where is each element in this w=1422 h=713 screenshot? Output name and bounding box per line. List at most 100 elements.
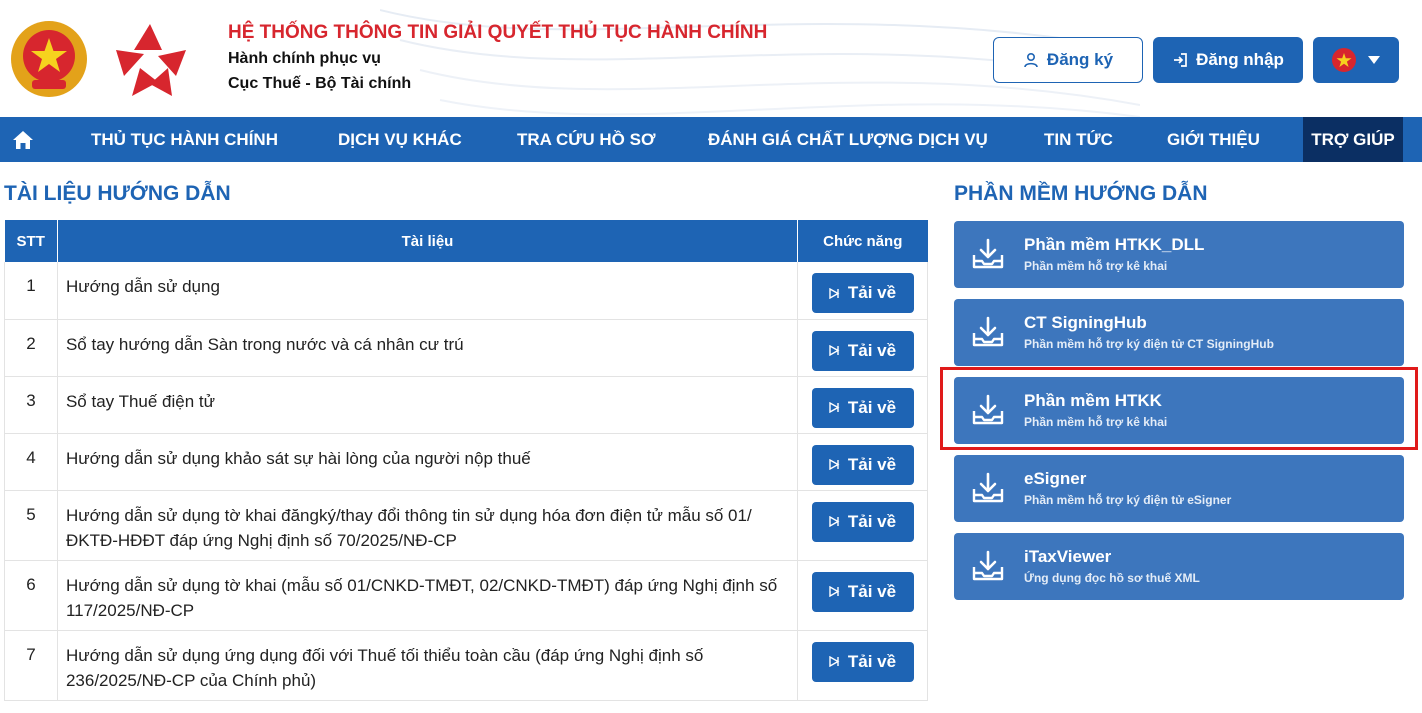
nav-item-danh-gia[interactable]: ĐÁNH GIÁ CHẤT LƯỢNG DỊCH VỤ (708, 117, 988, 162)
row-doc-name: Hướng dẫn sử dụng tờ khai (mẫu số 01/CNK… (57, 560, 799, 631)
nav-item-tro-giup[interactable]: TRỢ GIÚP (1303, 117, 1403, 162)
nav-item-tra-cuu[interactable]: TRA CỨU HỒ SƠ (517, 117, 655, 162)
software-title: eSigner (1024, 469, 1087, 488)
download-button[interactable]: Tải về (811, 387, 914, 428)
row-stt: 5 (4, 490, 58, 561)
site-title: HỆ THỐNG THÔNG TIN GIẢI QUYẾT THỦ TỤC HÀ… (228, 22, 768, 43)
register-button[interactable]: Đăng ký (993, 37, 1143, 83)
home-icon (13, 130, 33, 149)
download-icon (829, 345, 840, 356)
software-desc: Phần mềm hỗ trợ ký điện tử eSigner (1024, 493, 1232, 507)
row-stt: 6 (4, 560, 58, 631)
nav-item-gioi-thieu[interactable]: GIỚI THIỆU (1167, 117, 1260, 162)
table-row: 1 Hướng dẫn sử dụng Tải về (4, 262, 928, 320)
row-stt: 3 (4, 376, 58, 434)
software-card-htkk-dll[interactable]: Phần mềm HTKK_DLL Phần mềm hỗ trợ kê kha… (954, 221, 1404, 288)
download-label: Tải về (847, 581, 897, 601)
download-icon (829, 586, 840, 597)
software-desc: Phần mềm hỗ trợ kê khai (1024, 259, 1168, 273)
download-button[interactable]: Tải về (811, 330, 914, 371)
download-button[interactable]: Tải về (811, 444, 914, 485)
row-doc-name: Sổ tay hướng dẫn Sàn trong nước và cá nh… (57, 319, 799, 377)
row-doc-name: Hướng dẫn sử dụng ứng dụng đối với Thuế … (57, 630, 799, 701)
nav-item-tin-tuc[interactable]: TIN TỨC (1044, 117, 1113, 162)
software-desc: Phần mềm hỗ trợ kê khai (1024, 415, 1168, 429)
software-title: Phần mềm HTKK (1024, 391, 1162, 410)
software-card-htkk[interactable]: Phần mềm HTKK Phần mềm hỗ trợ kê khai (954, 377, 1404, 444)
download-icon (829, 287, 840, 299)
download-button[interactable]: Tải về (811, 571, 914, 612)
software-title: Phần mềm HTKK_DLL (1024, 235, 1205, 254)
national-emblem-icon (11, 21, 87, 97)
download-label: Tải về (847, 340, 897, 360)
table-row: 3 Sổ tay Thuế điện tử Tải về (4, 376, 928, 434)
nav-home[interactable] (0, 117, 46, 162)
login-button[interactable]: Đăng nhập (1153, 37, 1303, 83)
download-label: Tải về (847, 651, 897, 671)
download-button[interactable]: Tải về (811, 501, 914, 542)
user-icon (1024, 52, 1038, 68)
table-row: 7 Hướng dẫn sử dụng ứng dụng đối với Thu… (4, 630, 928, 701)
download-tray-icon (972, 472, 1004, 503)
download-button[interactable]: Tải về (811, 641, 914, 682)
row-action: Tải về (797, 262, 928, 320)
software-card-itaxviewer[interactable]: iTaxViewer Ứng dụng đọc hồ sơ thuế XML (954, 533, 1404, 600)
download-tray-icon (972, 394, 1004, 425)
software-title: iTaxViewer (1024, 547, 1112, 566)
download-icon (829, 459, 840, 470)
software-section-title: PHẦN MỀM HƯỚNG DẪN (954, 182, 1208, 205)
col-tai-lieu: Tài liệu (57, 220, 799, 262)
main-nav: THỦ TỤC HÀNH CHÍNH DỊCH VỤ KHÁC TRA CỨU … (0, 117, 1422, 162)
download-icon (829, 656, 840, 667)
row-action: Tải về (797, 376, 928, 434)
vietnam-flag-icon (1332, 48, 1356, 72)
docs-table-header: STT Tài liệu Chức năng (4, 220, 928, 262)
download-label: Tải về (847, 397, 897, 417)
software-title: CT SigningHub (1024, 313, 1147, 332)
software-card-ct-signinghub[interactable]: CT SigningHub Phần mềm hỗ trợ ký điện tử… (954, 299, 1404, 366)
login-icon (1174, 53, 1187, 67)
table-row: 4 Hướng dẫn sử dụng khảo sát sự hài lòng… (4, 433, 928, 491)
download-label: Tải về (847, 511, 897, 531)
caret-down-icon (1368, 56, 1380, 64)
row-doc-name: Hướng dẫn sử dụng tờ khai đăngký/thay đổ… (57, 490, 799, 561)
download-button[interactable]: Tải về (811, 273, 914, 313)
row-action: Tải về (797, 319, 928, 377)
download-label: Tải về (847, 283, 897, 302)
site-org: Cục Thuế - Bộ Tài chính (228, 75, 412, 92)
software-card-esigner[interactable]: eSigner Phần mềm hỗ trợ ký điện tử eSign… (954, 455, 1404, 522)
register-label: Đăng ký (1046, 50, 1114, 69)
software-desc: Ứng dụng đọc hồ sơ thuế XML (1024, 571, 1200, 585)
nav-item-dich-vu[interactable]: DỊCH VỤ KHÁC (338, 117, 462, 162)
service-logo-icon (116, 24, 186, 96)
table-row: 5 Hướng dẫn sử dụng tờ khai đăngký/thay … (4, 490, 928, 561)
row-doc-name: Sổ tay Thuế điện tử (57, 376, 799, 434)
download-tray-icon (972, 238, 1004, 269)
col-stt: STT (4, 220, 58, 262)
docs-table: STT Tài liệu Chức năng 1 Hướng dẫn sử dụ… (4, 220, 928, 701)
col-chuc-nang: Chức năng (797, 220, 928, 262)
row-stt: 1 (4, 262, 58, 320)
row-stt: 2 (4, 319, 58, 377)
table-row: 2 Sổ tay hướng dẫn Sàn trong nước và cá … (4, 319, 928, 377)
download-tray-icon (972, 316, 1004, 347)
software-desc: Phần mềm hỗ trợ ký điện tử CT SigningHub (1024, 337, 1274, 351)
row-stt: 4 (4, 433, 58, 491)
row-action: Tải về (797, 560, 928, 631)
download-label: Tải về (847, 454, 897, 474)
row-doc-name: Hướng dẫn sử dụng khảo sát sự hài lòng c… (57, 433, 799, 491)
download-icon (829, 516, 840, 527)
row-action: Tải về (797, 630, 928, 701)
row-stt: 7 (4, 630, 58, 701)
nav-item-thu-tuc[interactable]: THỦ TỤC HÀNH CHÍNH (91, 117, 278, 162)
site-title-block: HỆ THỐNG THÔNG TIN GIẢI QUYẾT THỦ TỤC HÀ… (228, 22, 767, 95)
row-action: Tải về (797, 490, 928, 561)
row-doc-name: Hướng dẫn sử dụng (57, 262, 799, 320)
table-row: 6 Hướng dẫn sử dụng tờ khai (mẫu số 01/C… (4, 560, 928, 631)
download-tray-icon (972, 550, 1004, 581)
download-icon (829, 402, 840, 413)
login-label: Đăng nhập (1196, 50, 1284, 69)
language-select[interactable] (1313, 37, 1399, 83)
row-action: Tải về (797, 433, 928, 491)
site-subtitle: Hành chính phục vụ (228, 50, 381, 67)
